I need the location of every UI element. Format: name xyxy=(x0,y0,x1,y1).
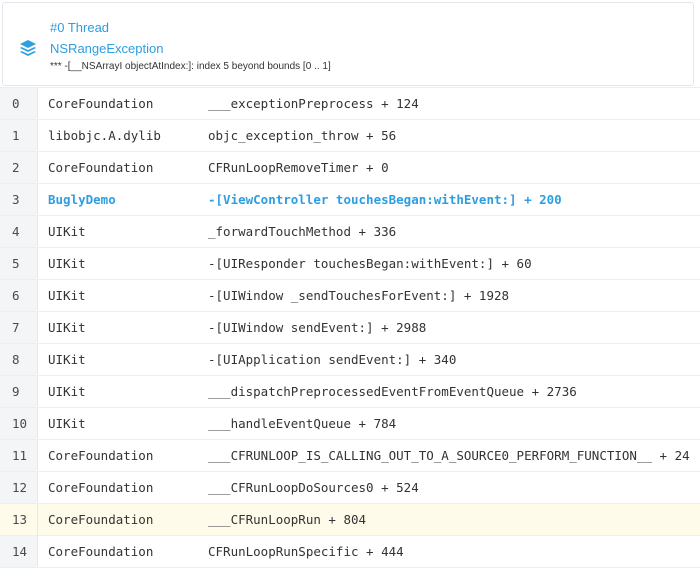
frame-number: 14 xyxy=(0,536,38,567)
frame-symbol: -[UIWindow _sendTouchesForEvent:] + 1928 xyxy=(208,288,510,303)
stack-frame-row[interactable]: 13 CoreFoundation ___CFRunLoopRun + 804 xyxy=(0,504,700,536)
frame-number: 10 xyxy=(0,408,38,439)
stack-frame-row[interactable]: 8 UIKit -[UIApplication sendEvent:] + 340 xyxy=(0,344,700,376)
frame-library: UIKit xyxy=(48,384,86,399)
frame-symbol: CFRunLoopRunSpecific + 444 xyxy=(208,544,404,559)
frame-symbol: CFRunLoopRemoveTimer + 0 xyxy=(208,160,389,175)
frame-symbol: -[UIApplication sendEvent:] + 340 xyxy=(208,352,457,367)
frame-library: BuglyDemo xyxy=(48,192,116,207)
frame-symbol: ___handleEventQueue + 784 xyxy=(208,416,397,431)
frame-number: 6 xyxy=(0,280,38,311)
stack-frame-list: 0 CoreFoundation ___exceptionPreprocess + … xyxy=(0,87,700,568)
frame-number: 3 xyxy=(0,184,38,215)
stack-frame-row[interactable]: 3 BuglyDemo -[ViewController touchesBegan:… xyxy=(0,184,700,216)
frame-symbol: objc_exception_throw + 56 xyxy=(208,128,397,143)
stack-frame-row[interactable]: 4 UIKit _forwardTouchMethod + 336 xyxy=(0,216,700,248)
thread-link[interactable]: #0 Thread xyxy=(50,20,109,35)
frame-symbol: -[ViewController touchesBegan:withEvent:… xyxy=(208,192,562,207)
frame-symbol: ___dispatchPreprocessedEventFromEventQue… xyxy=(208,384,577,399)
frame-symbol: ___CFRunLoopRun + 804 xyxy=(208,512,367,527)
frame-library: UIKit xyxy=(48,352,86,367)
frame-symbol: _forwardTouchMethod + 336 xyxy=(208,224,397,239)
frame-symbol: ___exceptionPreprocess + 124 xyxy=(208,96,419,111)
stack-frame-row[interactable]: 5 UIKit -[UIResponder touchesBegan:withEve… xyxy=(0,248,700,280)
stack-frame-row[interactable]: 1 libobjc.A.dylib objc_exception_throw + 5… xyxy=(0,120,700,152)
exception-reason: *** -[__NSArrayI objectAtIndex:]: index … xyxy=(50,61,331,72)
frame-number: 1 xyxy=(0,120,38,151)
frame-library: libobjc.A.dylib xyxy=(48,128,161,143)
stack-frame-row[interactable]: 10 UIKit ___handleEventQueue + 784 xyxy=(0,408,700,440)
frame-library: UIKit xyxy=(48,288,86,303)
frame-library: UIKit xyxy=(48,320,86,335)
frame-library: UIKit xyxy=(48,256,86,271)
frame-number: 13 xyxy=(0,504,38,535)
frame-number: 0 xyxy=(0,88,38,119)
stack-frame-row[interactable]: 11 CoreFoundation ___CFRUNLOOP_IS_CALLING_… xyxy=(0,440,700,472)
frame-library: CoreFoundation xyxy=(48,512,154,527)
frame-number: 12 xyxy=(0,472,38,503)
frame-number: 11 xyxy=(0,440,38,471)
frame-number: 5 xyxy=(0,248,38,279)
frame-library: UIKit xyxy=(48,224,86,239)
exception-name-link[interactable]: NSRangeException xyxy=(50,41,163,56)
frame-number: 4 xyxy=(0,216,38,247)
frame-library: CoreFoundation xyxy=(48,480,154,495)
frame-symbol: ___CFRUNLOOP_IS_CALLING_OUT_TO_A_SOURCE0… xyxy=(208,448,690,463)
stack-frame-row[interactable]: 14 CoreFoundation CFRunLoopRunSpecific + 4… xyxy=(0,536,700,568)
stack-layers-icon xyxy=(19,39,37,57)
frame-library: CoreFoundation xyxy=(48,544,154,559)
frame-library: CoreFoundation xyxy=(48,96,154,111)
frame-symbol: ___CFRunLoopDoSources0 + 524 xyxy=(208,480,419,495)
frame-number: 7 xyxy=(0,312,38,343)
frame-number: 9 xyxy=(0,376,38,407)
frame-symbol: -[UIWindow sendEvent:] + 2988 xyxy=(208,320,427,335)
stack-frame-row[interactable]: 6 UIKit -[UIWindow _sendTouchesForEvent:] … xyxy=(0,280,700,312)
frame-library: CoreFoundation xyxy=(48,448,154,463)
stack-frame-row[interactable]: 9 UIKit ___dispatchPreprocessedEventFromEv… xyxy=(0,376,700,408)
exception-header: #0 Thread NSRangeException *** -[__NSArr… xyxy=(2,2,694,86)
stack-frame-row[interactable]: 0 CoreFoundation ___exceptionPreprocess + … xyxy=(0,87,700,120)
stack-frame-row[interactable]: 12 CoreFoundation ___CFRunLoopDoSources0 +… xyxy=(0,472,700,504)
frame-symbol: -[UIResponder touchesBegan:withEvent:] +… xyxy=(208,256,532,271)
frame-library: UIKit xyxy=(48,416,86,431)
frame-number: 8 xyxy=(0,344,38,375)
frame-number: 2 xyxy=(0,152,38,183)
stack-frame-row[interactable]: 2 CoreFoundation CFRunLoopRemoveTimer + 0 xyxy=(0,152,700,184)
frame-library: CoreFoundation xyxy=(48,160,154,175)
stack-frame-row[interactable]: 7 UIKit -[UIWindow sendEvent:] + 2988 xyxy=(0,312,700,344)
